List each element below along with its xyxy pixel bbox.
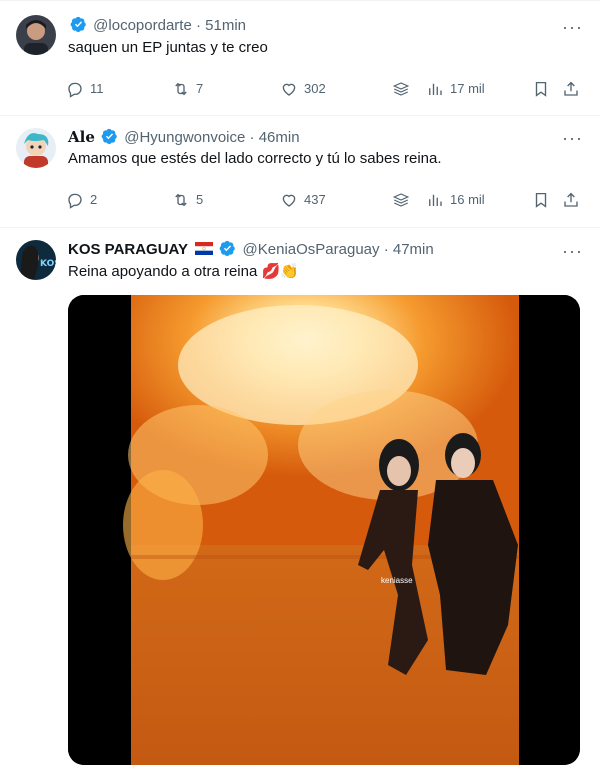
share-icon [564,192,578,207]
reply-button[interactable]: 11 [66,79,104,99]
retweet-count: 5 [196,192,204,207]
tweet-time[interactable]: 46min [259,129,300,146]
tweet-time[interactable]: 47min [393,241,434,258]
like-count: 302 [304,81,326,96]
verified-badge-icon [70,16,86,33]
more-icon[interactable]: ··· [562,129,582,151]
tweet-3[interactable]: KOS KOS PARAGUAY @KeniaOsParaguay · 47mi… [0,228,600,765]
separator-dot: · [249,129,255,146]
reply-button[interactable]: 2 [66,190,97,210]
separator-dot: · [383,241,389,258]
reply-count: 2 [90,192,98,207]
views-button[interactable]: 17 mil [426,79,485,99]
tweet-text: Amamos que estés del lado correcto y tú … [68,150,442,167]
like-icon [282,83,296,96]
share-button[interactable] [562,79,580,99]
paraguay-flag-icon [195,242,214,255]
tweet-handle[interactable]: @locopordarte [93,17,192,34]
grok-icon [392,193,410,207]
retweet-count: 7 [196,81,204,96]
grok-icon [392,82,410,96]
more-icon[interactable]: ··· [562,18,582,40]
retweet-icon [175,82,187,96]
retweet-button[interactable]: 7 [172,79,203,99]
grok-button[interactable] [392,79,410,99]
tweet-display-name[interactable]: KOS PARAGUAY [68,241,188,258]
retweet-button[interactable]: 5 [172,190,203,210]
svg-text:KOS: KOS [40,259,56,269]
like-button[interactable]: 437 [280,190,326,210]
reply-count: 11 [90,81,104,96]
tweet-text: Reina apoyando a otra reina 💋👏 [68,263,299,280]
more-icon[interactable]: ··· [562,242,582,264]
bookmark-button[interactable] [532,190,550,210]
like-count: 437 [304,192,326,207]
verified-badge-icon [219,240,236,257]
share-button[interactable] [562,190,580,210]
share-icon [564,81,578,96]
tweet-2[interactable]: Ale @Hyungwonvoice · 46min ··· Amamos qu… [0,116,600,228]
retweet-icon [175,193,187,207]
tweet-handle[interactable]: @Hyungwonvoice [124,129,245,146]
tweet-actions: 11 7 302 17 mil [66,79,586,99]
tweet-text: saquen un EP juntas y te creo [68,39,268,56]
tweet-video[interactable]: keniasse [68,295,580,765]
bookmark-button[interactable] [532,79,550,99]
like-icon [282,194,296,207]
verified-badge-icon [101,128,117,145]
tweet-display-name[interactable]: Ale [68,128,95,146]
avatar-hyungwonvoice[interactable] [16,128,56,168]
views-icon [429,83,442,95]
video-watermark: keniasse [381,576,413,585]
grok-button[interactable] [392,190,410,210]
reply-icon [68,193,82,209]
tweet-actions: 2 5 437 16 mil [66,190,586,210]
like-button[interactable]: 302 [280,79,326,99]
views-icon [429,194,442,206]
video-frame [68,295,580,765]
avatar-locopordarte[interactable] [16,15,56,55]
tweet-time[interactable]: 51min [205,17,246,34]
views-count: 16 mil [450,192,485,207]
avatar-keniaosparaguay[interactable]: KOS [16,240,56,280]
views-button[interactable]: 16 mil [426,190,485,210]
views-count: 17 mil [450,81,485,96]
tweet-1[interactable]: @locopordarte · 51min ··· saquen un EP j… [0,0,600,116]
reply-icon [68,82,82,98]
tweet-handle[interactable]: @KeniaOsParaguay [243,241,380,258]
bookmark-icon [535,81,547,97]
separator-dot: · [195,17,201,34]
bookmark-icon [535,192,547,208]
